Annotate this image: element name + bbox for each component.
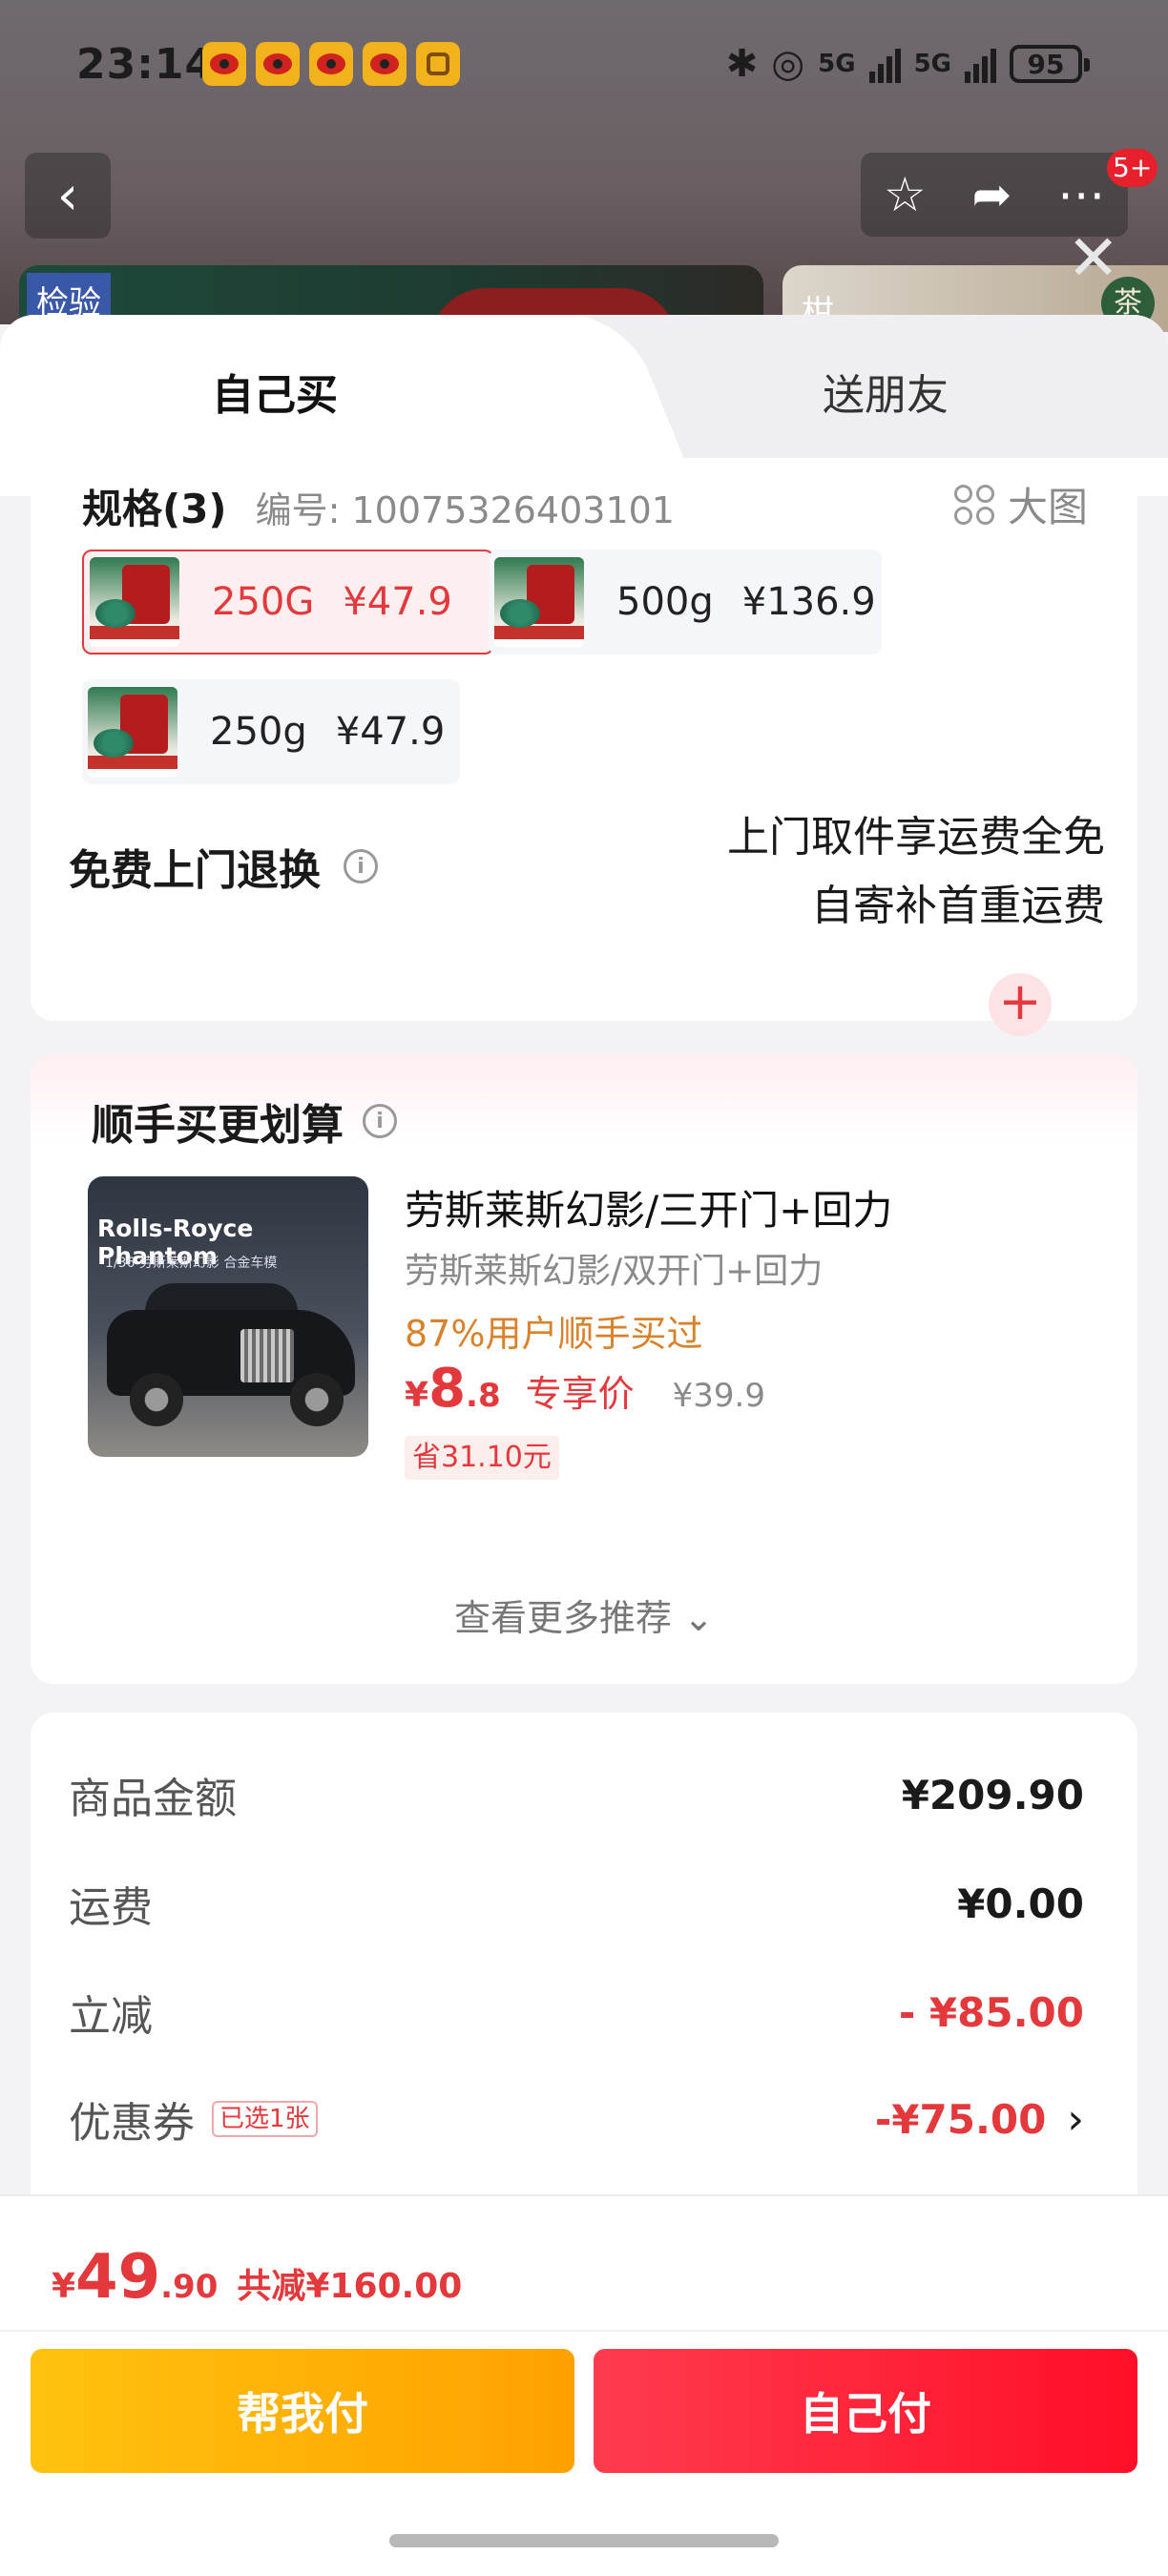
add-to-cart-button[interactable]: + bbox=[989, 973, 1052, 1036]
option-thumbnail bbox=[90, 557, 179, 647]
weibo-icon bbox=[256, 42, 300, 86]
shipping-row: 运费 ¥0.00 bbox=[69, 1873, 1084, 1934]
original-price: ¥39.9 bbox=[672, 1377, 765, 1415]
price-currency: ¥ bbox=[405, 1376, 429, 1415]
coupon-value-group: -¥75.00 › bbox=[875, 2095, 1084, 2144]
option-name: 250G bbox=[212, 580, 315, 624]
option-thumbnail bbox=[494, 557, 584, 647]
shipping-label: 运费 bbox=[69, 1883, 153, 1932]
recommend-card: 顺手买更划算 i Rolls-Royce Phantom 1/36 劳斯莱斯幻影… bbox=[31, 1054, 1137, 1684]
option-thumbnail bbox=[88, 687, 177, 777]
coupon-row[interactable]: 优惠券 已选1张 -¥75.00 › bbox=[69, 2088, 1084, 2150]
weibo-icon bbox=[309, 42, 353, 86]
bluetooth-icon: ✱ bbox=[725, 42, 759, 86]
more-icon[interactable]: ⋯ bbox=[1057, 167, 1105, 222]
weibo-icon bbox=[202, 42, 246, 86]
option-price: ¥136.9 bbox=[741, 580, 876, 624]
option-price: ¥47.9 bbox=[335, 710, 446, 754]
grid-icon bbox=[953, 484, 994, 525]
return-line-1: 上门取件享运费全免 bbox=[727, 813, 1105, 862]
free-return-title: 免费上门退换 i bbox=[69, 836, 378, 897]
chevron-left-icon: ‹ bbox=[56, 164, 79, 227]
option-price: ¥47.9 bbox=[343, 580, 452, 624]
recommend-title-label: 顺手买更划算 bbox=[92, 1101, 344, 1150]
return-line-2: 自寄补首重运费 bbox=[811, 882, 1105, 930]
total-price: ¥ 49 .90 共减¥160.00 bbox=[52, 2242, 462, 2313]
hotspot-icon: ◎ bbox=[771, 42, 805, 86]
discount-value: - ¥85.00 bbox=[898, 1988, 1084, 2036]
coupon-value: -¥75.00 bbox=[874, 2095, 1047, 2143]
recommend-product-image[interactable]: Rolls-Royce Phantom 1/36 劳斯莱斯幻影 合金车模 bbox=[88, 1176, 368, 1457]
message-badge: 5+ bbox=[1107, 149, 1158, 187]
price-integer: 8 bbox=[428, 1358, 467, 1420]
status-bar: 23:14 ✱ ◎ 5G 5G 95 bbox=[0, 0, 1168, 134]
info-icon[interactable]: i bbox=[363, 1104, 397, 1138]
price-decimal: .8 bbox=[466, 1377, 501, 1415]
shipping-value: ¥0.00 bbox=[957, 1880, 1084, 1927]
back-button[interactable]: ‹ bbox=[25, 153, 111, 239]
recommend-variant[interactable]: 劳斯莱斯幻影/双开门+回力 bbox=[405, 1243, 823, 1293]
signal-label-2: 5G bbox=[913, 50, 951, 78]
recommend-product-name[interactable]: 劳斯莱斯幻影/三开门+回力 bbox=[405, 1178, 892, 1236]
spec-option-250G[interactable]: 250G ¥47.9 bbox=[82, 550, 494, 654]
coupon-label: 优惠券 bbox=[69, 2099, 195, 2148]
total-saved: 共减¥160.00 bbox=[237, 2267, 463, 2306]
battery-level: 95 bbox=[1027, 48, 1065, 80]
total-decimal: .90 bbox=[160, 2268, 219, 2306]
total-integer: 49 bbox=[75, 2242, 161, 2313]
tab-gift-friend[interactable]: 送朋友 bbox=[823, 361, 949, 422]
spec-option-500g[interactable]: 500g ¥136.9 bbox=[489, 550, 882, 654]
recommend-users: 87%用户顺手买过 bbox=[405, 1313, 703, 1355]
discount-row: 立减 - ¥85.00 bbox=[69, 1982, 1084, 2043]
share-icon[interactable]: ➦ bbox=[971, 167, 1012, 222]
purchase-tabs: 自己买 送朋友 bbox=[0, 315, 1168, 458]
bottom-pay-bar: ¥ 49 .90 共减¥160.00 帮我付 自己付 bbox=[0, 2194, 1168, 2576]
coupon-label-group: 优惠券 已选1张 bbox=[69, 2088, 318, 2150]
goods-amount-row: 商品金额 ¥209.90 bbox=[69, 1764, 1084, 1825]
signal-icon bbox=[868, 45, 901, 83]
total-currency: ¥ bbox=[52, 2267, 76, 2306]
close-icon[interactable]: ✕ bbox=[1067, 227, 1119, 290]
help-pay-button[interactable]: 帮我付 bbox=[31, 2349, 574, 2473]
spec-title: 规格(3) bbox=[82, 486, 227, 532]
recommend-title: 顺手买更划算 i bbox=[92, 1091, 397, 1152]
signal-label-1: 5G bbox=[818, 50, 856, 78]
more-recommendations-link[interactable]: 查看更多推荐 ⌄ bbox=[31, 1589, 1137, 1641]
option-name: 250g bbox=[210, 710, 307, 754]
spec-header: 规格(3) 编号: 10075326403101 bbox=[82, 477, 675, 535]
battery-icon: 95 bbox=[1010, 45, 1090, 83]
tab-buy-self-label[interactable]: 自己买 bbox=[212, 361, 338, 422]
spec-card: 规格(3) 编号: 10075326403101 大图 250G ¥47.9 5… bbox=[31, 458, 1137, 1021]
big-image-button[interactable]: 大图 bbox=[953, 475, 1088, 533]
self-pay-button[interactable]: 自己付 bbox=[594, 2349, 1137, 2473]
info-icon[interactable]: i bbox=[344, 849, 378, 883]
status-time: 23:14 bbox=[76, 40, 216, 89]
goods-amount-label: 商品金额 bbox=[69, 1775, 237, 1823]
chevron-right-icon: › bbox=[1067, 2094, 1084, 2144]
spec-option-250g[interactable]: 250g ¥47.9 bbox=[82, 679, 460, 784]
weibo-icon bbox=[363, 42, 407, 86]
discount-label: 立减 bbox=[69, 1992, 153, 2041]
home-indicator[interactable] bbox=[389, 2534, 779, 2547]
product-code: 编号: 10075326403101 bbox=[255, 489, 675, 531]
image-sub-text: 1/36 劳斯莱斯幻影 合金车模 bbox=[105, 1256, 278, 1271]
free-return-label: 免费上门退换 bbox=[69, 846, 321, 895]
saving-badge: 省31.10元 bbox=[405, 1436, 559, 1480]
honeycomb-icon bbox=[416, 42, 460, 86]
recommend-price: ¥ 8 .8 专享价 ¥39.9 bbox=[405, 1358, 765, 1420]
star-icon[interactable]: ☆ bbox=[884, 167, 927, 222]
status-indicators: ✱ ◎ 5G 5G 95 bbox=[725, 42, 1090, 86]
exclusive-price-label: 专享价 bbox=[525, 1373, 635, 1415]
notification-icons bbox=[202, 42, 460, 86]
coupon-selected-badge: 已选1张 bbox=[212, 2101, 318, 2137]
free-return-description: 上门取件享运费全免 自寄补首重运费 bbox=[727, 803, 1105, 941]
signal-icon bbox=[965, 45, 996, 83]
goods-amount-value: ¥209.90 bbox=[901, 1771, 1084, 1818]
big-image-label: 大图 bbox=[1007, 484, 1088, 530]
option-name: 500g bbox=[616, 580, 714, 624]
